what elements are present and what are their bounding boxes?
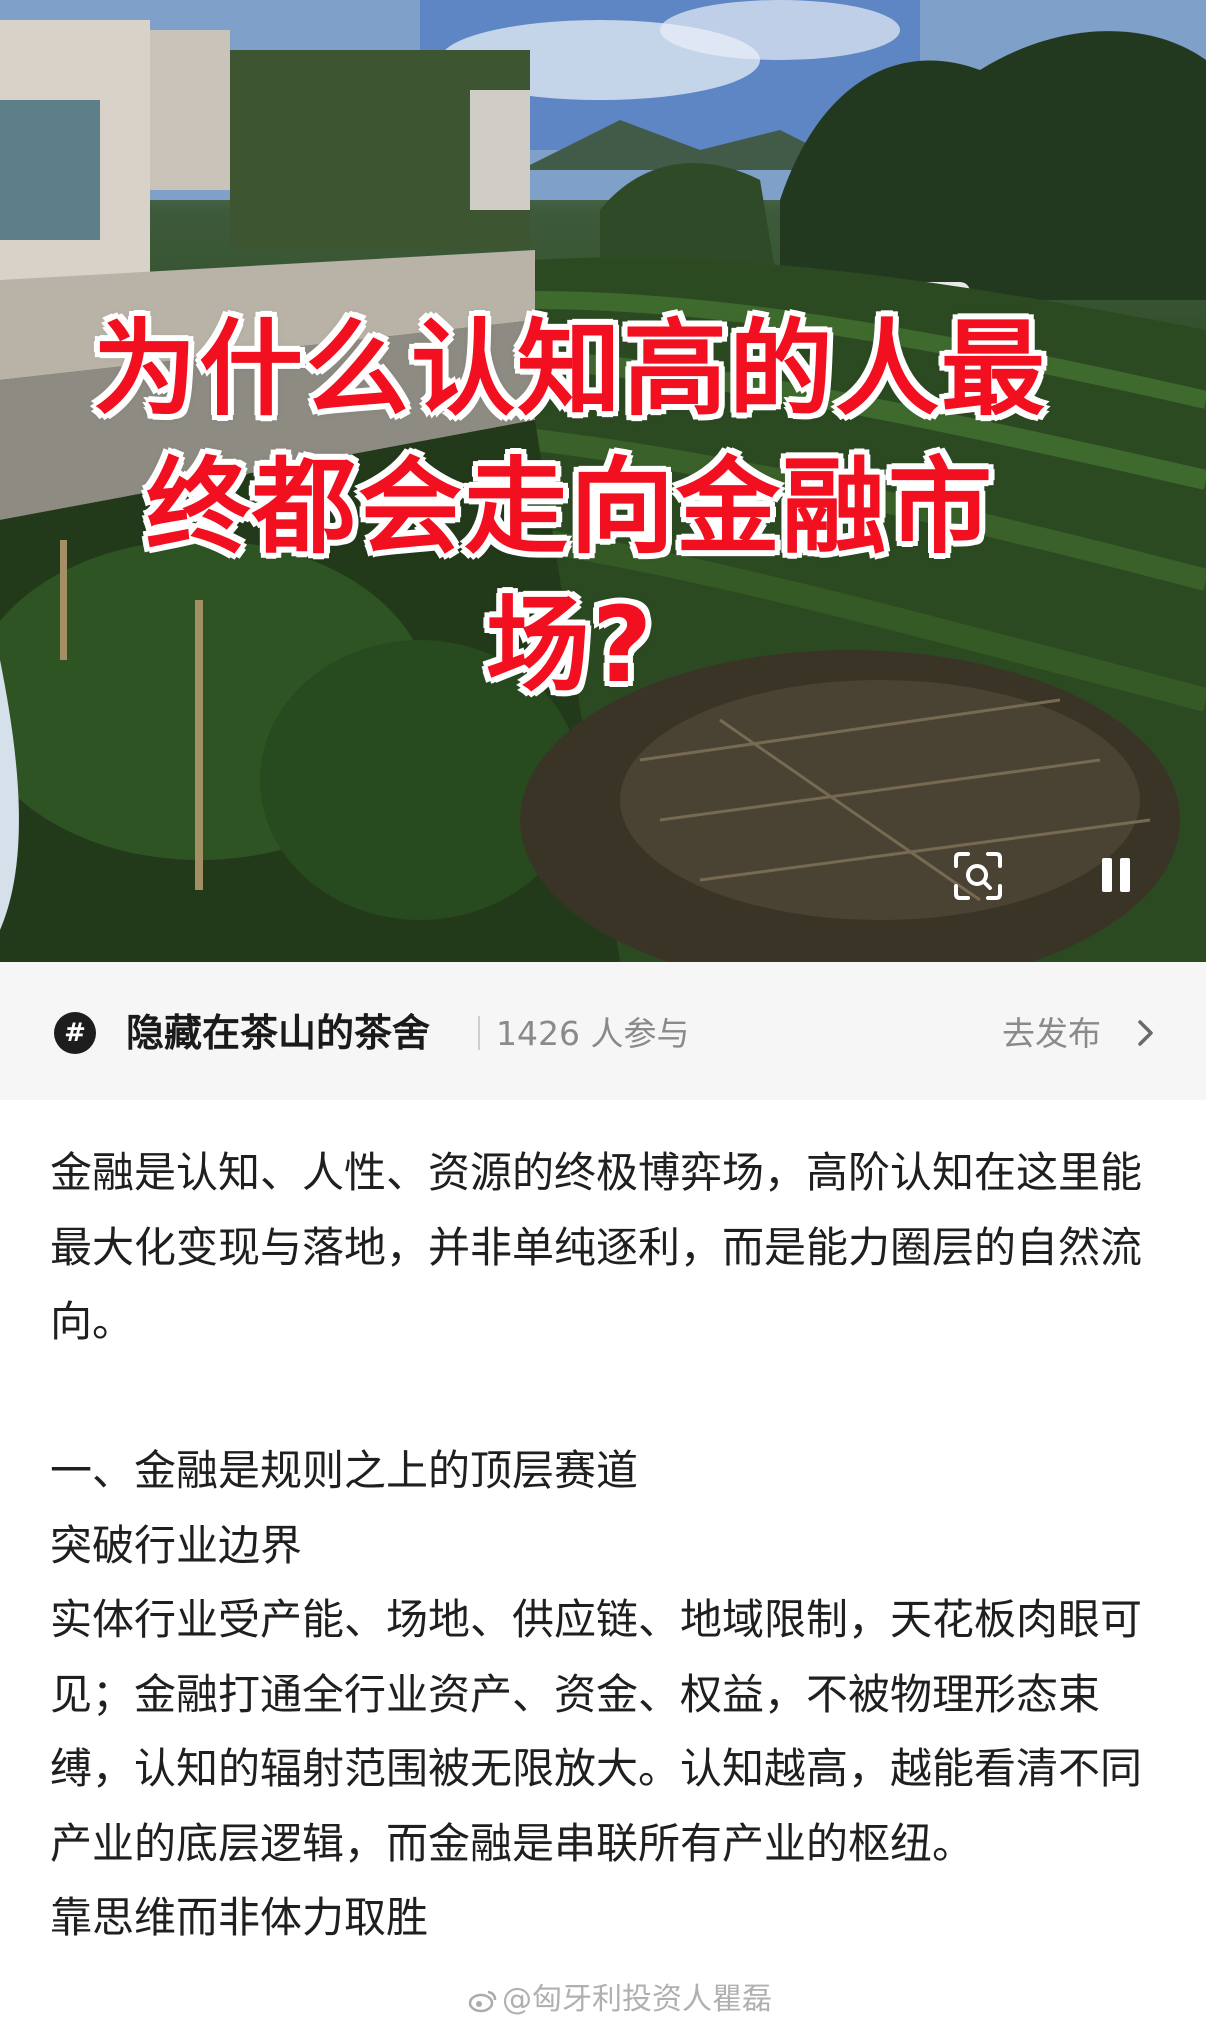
weibo-icon: [468, 1990, 497, 2012]
page: { "video": { "title_line1": "为什么认知高的人最",…: [0, 0, 1206, 2034]
article-paragraph: 金融是认知、人性、资源的终极博弈场，高阶认知在这里能最大化变现与落地，并非单纯逐…: [50, 1148, 1143, 1346]
topic-participant-count: 1426 人参与: [496, 1014, 690, 1053]
hashtag-icon: #: [54, 1012, 96, 1054]
article-subheading: 突破行业边界: [50, 1520, 303, 1570]
scan-search-icon[interactable]: [950, 848, 1006, 904]
video-title-line3: 场?: [485, 584, 655, 706]
watermark-text: @匈牙利投资人瞿磊: [502, 1982, 772, 2017]
article-blank-line: [50, 1360, 1160, 1435]
video-player[interactable]: 为什么认知高的人最 终都会走向金融市 场?: [0, 0, 1206, 962]
topic-divider: [478, 1016, 480, 1050]
video-title: 为什么认知高的人最 终都会走向金融市 场?: [60, 300, 1080, 714]
go-post-button[interactable]: 去发布: [1002, 1008, 1101, 1060]
topic-name[interactable]: 隐藏在茶山的茶舍: [126, 1006, 430, 1060]
article-subheading: 靠思维而非体力取胜: [50, 1893, 429, 1942]
pause-icon[interactable]: [1096, 852, 1136, 900]
watermark: @匈牙利投资人瞿磊: [468, 1978, 772, 2022]
video-title-line1: 为什么认知高的人最: [92, 308, 1047, 430]
article-paragraph: 实体行业受产能、场地、供应链、地域限制，天花板肉眼可见；金融打通全行业资产、资金…: [50, 1595, 1143, 1868]
video-title-line2: 终都会走向金融市: [145, 446, 994, 568]
chevron-right-icon[interactable]: [1130, 1018, 1160, 1048]
article-body: 金融是认知、人性、资源的终极博弈场，高阶认知在这里能最大化变现与落地，并非单纯逐…: [50, 1136, 1160, 1956]
article-section-heading: 一、金融是规则之上的顶层赛道: [50, 1446, 639, 1495]
